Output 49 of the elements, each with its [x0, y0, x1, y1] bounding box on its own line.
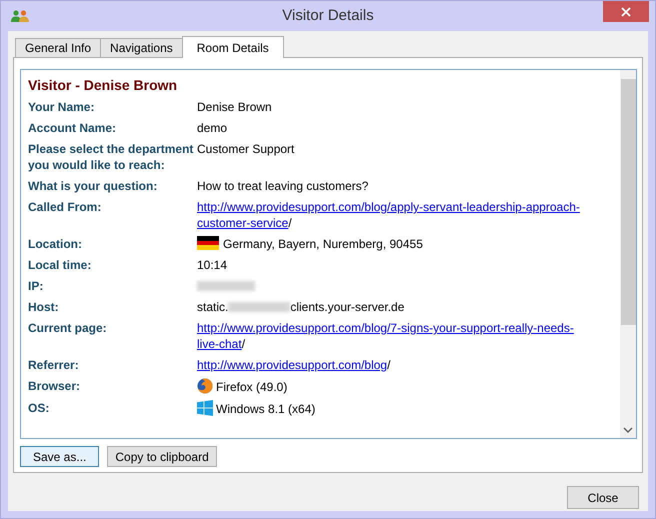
- url-slash: /: [288, 216, 292, 230]
- browser-globe-icon: [197, 378, 213, 394]
- windows-logo-icon: [197, 400, 213, 416]
- scrollbar[interactable]: [620, 70, 636, 438]
- field-label: Local time:: [28, 257, 92, 273]
- field-label: IP:: [28, 278, 44, 294]
- tab[interactable]: Room Details: [182, 36, 284, 58]
- field-label: Account Name:: [28, 120, 118, 136]
- url-slash: /: [387, 358, 390, 372]
- close-dialog-button[interactable]: Close: [567, 486, 639, 509]
- host-suffix: clients.your-server.de: [290, 300, 404, 314]
- field-label: OS:: [28, 400, 50, 416]
- field-value: Denise Brown: [197, 100, 272, 114]
- blurred-text: [197, 281, 255, 291]
- scroll-thumb[interactable]: [621, 79, 636, 325]
- field-label: Current page:: [28, 320, 108, 336]
- close-button[interactable]: [603, 1, 649, 22]
- url-link[interactable]: http://www.providesupport.com/blog/apply-servant-leadership-approach-: [197, 200, 580, 214]
- url-slash: /: [242, 337, 246, 351]
- germany-flag-icon: [197, 236, 219, 250]
- field-value: 10:14: [197, 258, 228, 272]
- field-label: Your Name:: [28, 99, 96, 115]
- people-icon: [11, 9, 29, 23]
- tab[interactable]: Navigations: [100, 38, 183, 57]
- field-label: Called From:: [28, 199, 102, 215]
- field-label: Please select the department you would like to reach:: [28, 141, 194, 173]
- copy-button[interactable]: Copy to clipboard: [107, 446, 217, 467]
- save-button[interactable]: Save as...: [20, 446, 100, 467]
- url-link[interactable]: live-chat: [197, 337, 242, 351]
- field-value: demo: [197, 121, 228, 135]
- os-value: Windows 8.1 (x64): [216, 402, 316, 416]
- window-title: Visitor Details: [282, 7, 374, 24]
- url-link[interactable]: customer-service: [197, 216, 288, 230]
- browser-value: Firefox (49.0): [216, 380, 288, 394]
- tab[interactable]: General Info: [15, 38, 102, 57]
- location-value: Germany, Bayern, Nuremberg, 90455: [223, 237, 423, 251]
- field-value: Customer Support: [197, 142, 294, 156]
- field-label: What is your question:: [28, 178, 158, 194]
- close-icon: [621, 6, 631, 16]
- field-label: Host:: [28, 299, 60, 315]
- field-value: How to treat leaving customers?: [197, 179, 368, 193]
- url-link[interactable]: http://www.providesupport.com/blog/7-signs-your-support-really-needs-: [197, 321, 574, 335]
- visitor-heading: Visitor - Denise Brown: [28, 77, 178, 93]
- field-label: Browser:: [28, 378, 82, 394]
- host-prefix: static.: [197, 300, 228, 314]
- url-link[interactable]: http://www.providesupport.com/blog: [197, 358, 388, 372]
- field-label: Referrer:: [28, 357, 80, 373]
- field-label: Location:: [28, 236, 83, 252]
- blurred-text: [228, 302, 290, 312]
